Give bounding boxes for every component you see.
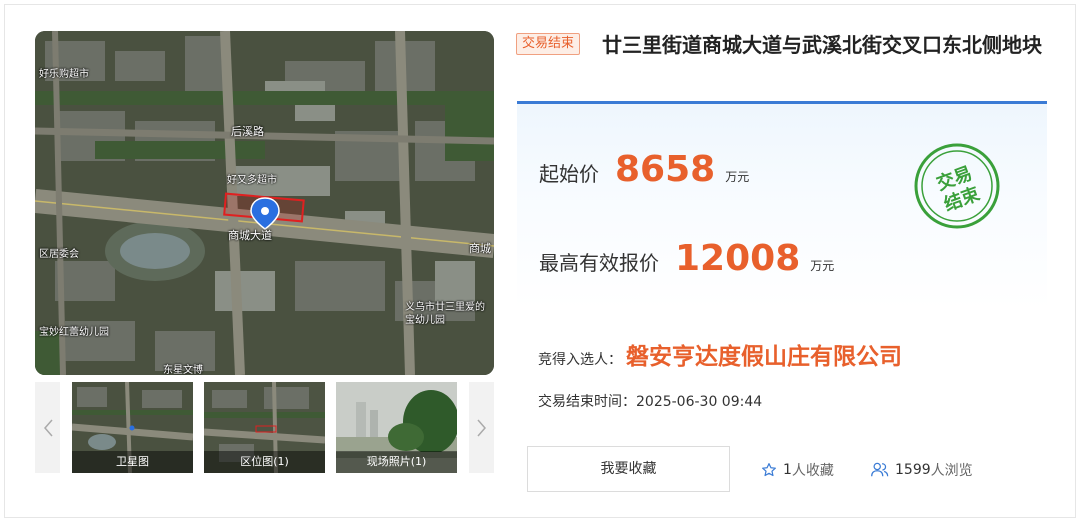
listing-title: 廿三里街道商城大道与武溪北街交叉口东北侧地块 [602,33,1042,57]
end-time-row: 交易结束时间：2025-06-30 09:44 [538,391,762,411]
views-suffix: 人浏览 [930,463,973,479]
highest-bid-value: 12008 [675,238,801,279]
starting-price-unit: 万元 [725,170,750,184]
starting-price-label: 起始价 [539,162,599,186]
map-label: 区居委会 [39,249,79,260]
map-label: 宝妙红蕾幼儿园 [39,327,109,338]
star-icon [762,463,776,477]
winner-row: 竞得入选人： 磐安亨达度假山庄有限公司 [538,337,902,371]
thumbnail-label: 区位图(1) [204,451,325,473]
map-label: 义乌市廿三里爱的宝幼儿园 [405,302,485,326]
price-panel: 起始价 8658 万元 最高有效报价 12008 万元 交易 结束 [517,101,1047,309]
highest-bid-label: 最高有效报价 [539,251,659,275]
listing-card: 好乐购超市 后溪路 好又多超市 商城大道 商城 区居委会 宝妙红蕾幼儿园 义乌市… [4,4,1076,518]
map-label: 好又多超市 [227,175,277,186]
users-icon [871,462,889,477]
map-label: 后溪路 [231,125,264,138]
end-time-label: 交易结束时间： [538,394,636,410]
thumbnail-label: 卫星图 [72,451,193,473]
map-label: 商城大道 [228,229,272,242]
winner-label: 竞得入选人： [538,352,622,368]
map-label: 好乐购超市 [39,69,89,80]
views-count: 1599 [895,462,931,478]
highest-bid-unit: 万元 [810,259,835,273]
chevron-right-icon [476,419,486,436]
highest-bid-row: 最高有效报价 12008 万元 [539,238,834,279]
map-label: 东星文博 [163,365,203,375]
thumbnail-next-button[interactable] [469,382,494,473]
thumbnail-satellite[interactable]: 卫星图 [72,382,193,473]
favorites-count: 1 [783,462,792,478]
end-time-value: 2025-06-30 09:44 [636,394,763,410]
chevron-left-icon [43,419,53,436]
starting-price-value: 8658 [615,149,716,190]
favorite-button[interactable]: 我要收藏 [527,446,730,492]
map-label: 商城 [469,242,491,255]
views-stat: 1599 人浏览 [871,460,973,480]
favorites-stat: 1 人收藏 [761,460,834,480]
thumbnail-site-photo[interactable]: 现场照片(1) [336,382,457,473]
winner-name: 磐安亨达度假山庄有限公司 [626,344,902,370]
favorites-suffix: 人收藏 [791,463,834,479]
thumbnail-strip: 卫星图 区位图(1) 现场照片(1) [35,382,494,473]
thumbnail-location-map[interactable]: 区位图(1) [204,382,325,473]
transaction-ended-stamp: 交易 结束 [912,141,1002,231]
thumbnail-label: 现场照片(1) [336,451,457,473]
main-satellite-image[interactable]: 好乐购超市 后溪路 好又多超市 商城大道 商城 区居委会 宝妙红蕾幼儿园 义乌市… [35,31,494,375]
thumbnail-prev-button[interactable] [35,382,60,473]
status-badge: 交易结束 [516,33,581,55]
starting-price-row: 起始价 8658 万元 [539,149,749,190]
stamp-icon: 交易 结束 [914,143,1000,229]
